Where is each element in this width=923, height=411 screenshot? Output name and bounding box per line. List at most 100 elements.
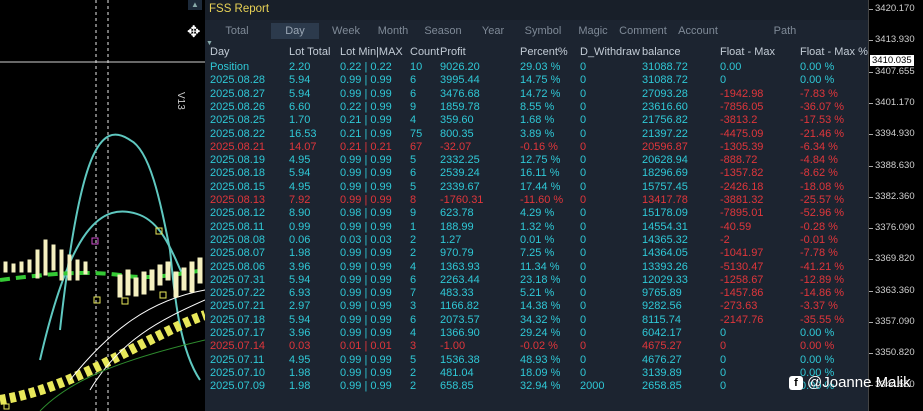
table-row[interactable]: 2025.08.21 14.07 0.21 | 0.21 67 -32.07 -0.16 … xyxy=(205,141,868,154)
cell-profit: 2332.25 xyxy=(440,154,480,167)
cell-lot-minmax: 0.99 | 0.99 xyxy=(340,180,392,193)
cell-withdraw: 0 xyxy=(580,313,587,326)
cell-count: 5 xyxy=(410,154,417,167)
table-row[interactable]: 2025.08.25 1.70 0.21 | 0.99 4 359.60 1.68 % 0 2… xyxy=(205,114,868,127)
table-row[interactable]: 2025.07.11 4.95 0.99 | 0.99 5 1536.38 48.93 %… xyxy=(205,354,868,367)
cell-withdraw: 0 xyxy=(580,207,587,220)
cell-float-max: -40.59 xyxy=(720,220,752,233)
column-header[interactable]: Lot Total xyxy=(289,46,330,58)
tab-path[interactable]: Path xyxy=(767,23,803,39)
cell-day: 2025.08.12 xyxy=(210,207,266,220)
cell-count: 3 xyxy=(410,340,417,353)
table-row[interactable]: 2025.08.26 6.60 0.22 | 0.99 9 1859.78 8.55 % 0… xyxy=(205,101,868,114)
column-header[interactable]: balance xyxy=(642,46,681,58)
table-row[interactable]: 2025.08.18 5.94 0.99 | 0.99 6 2539.24 16.11 %… xyxy=(205,167,868,180)
cell-float-max-pct: -4.84 % xyxy=(800,154,838,167)
table-row[interactable]: 2025.07.14 0.03 0.01 | 0.01 3 -1.00 -0.02 % 0 4… xyxy=(205,340,868,353)
cell-profit: -1760.31 xyxy=(440,194,484,206)
table-row[interactable]: 2025.08.19 4.95 0.99 | 0.99 5 2332.25 12.75 %… xyxy=(205,154,868,167)
column-header[interactable]: Float - Max % xyxy=(800,46,868,58)
cell-balance: 8115.74 xyxy=(642,313,681,326)
watermark: f @Joanne Malik xyxy=(789,374,911,391)
cell-lot-total: 4.95 xyxy=(289,180,311,193)
table-row[interactable]: Position 2.20 0.22 | 0.22 10 9026.20 29.03 % 0… xyxy=(205,61,868,74)
cell-lot-minmax: 0.98 | 0.99 xyxy=(340,207,392,220)
price-axis[interactable]: 3420.170 3413.930 3407.655 3401.170 3394.930… xyxy=(868,0,923,411)
cell-lot-minmax: 0.99 | 0.99 xyxy=(340,220,392,233)
column-header[interactable]: Profit xyxy=(440,46,466,58)
cell-profit: -1.00 xyxy=(440,340,466,353)
table-row[interactable]: 2025.08.22 16.53 0.21 | 0.99 75 800.35 3.89 %… xyxy=(205,128,868,141)
table-row[interactable]: 2025.07.09 1.98 0.99 | 0.99 2 658.85 32.94 % 2… xyxy=(205,380,868,393)
tab-total[interactable]: Total xyxy=(217,23,257,39)
title-bar[interactable]: FSS Report xyxy=(205,0,868,20)
cell-balance: 14554.31 xyxy=(642,220,688,233)
cell-profit: 1536.38 xyxy=(440,353,480,366)
cell-withdraw: 0 xyxy=(580,114,587,127)
column-header[interactable]: Percent% xyxy=(520,46,568,58)
tab-month[interactable]: Month xyxy=(369,23,417,39)
fss-report-panel: FSS Report ▼ Total Day Week Month Season… xyxy=(205,0,868,411)
cell-withdraw: 0 xyxy=(580,340,587,353)
candle xyxy=(3,261,8,273)
table-row[interactable]: 2025.08.15 4.95 0.99 | 0.99 5 2339.67 17.44 %… xyxy=(205,181,868,194)
table-row[interactable]: 2025.08.12 8.90 0.98 | 0.99 9 623.78 4.29 % 0 1… xyxy=(205,207,868,220)
column-header[interactable]: Float - Max xyxy=(720,46,775,58)
tab-year[interactable]: Year xyxy=(473,23,513,39)
cell-percent: 0.01 % xyxy=(520,233,555,246)
cell-float-max-pct: -12.89 % xyxy=(800,273,845,286)
cell-float-max: 0 xyxy=(720,327,727,339)
cell-float-max: -273.63 xyxy=(720,300,758,313)
cell-percent: 1.68 % xyxy=(520,114,555,127)
cell-count: 5 xyxy=(410,180,417,193)
scroll-up-button[interactable]: ▲ xyxy=(188,0,202,10)
cell-percent: 29.24 % xyxy=(520,327,561,339)
cell-count: 5 xyxy=(410,353,417,366)
cell-day: 2025.07.14 xyxy=(210,340,266,353)
table-row[interactable]: 2025.08.06 3.96 0.99 | 0.99 4 1363.93 11.34 %… xyxy=(205,261,868,274)
candle xyxy=(27,259,32,273)
column-header[interactable]: D_Withdraw xyxy=(580,46,640,58)
table-row[interactable]: 2025.07.21 2.97 0.99 | 0.99 3 1166.82 14.38 %… xyxy=(205,300,868,313)
cell-float-max-pct: -35.55 % xyxy=(800,313,845,326)
candle xyxy=(43,239,48,276)
table-row[interactable]: 2025.08.27 5.94 0.99 | 0.99 6 3476.68 14.72 %… xyxy=(205,88,868,101)
price-chart[interactable]: ✥ ▲ V13 xyxy=(0,0,205,411)
cell-count: 6 xyxy=(410,273,417,286)
table-row[interactable]: 2025.08.13 7.92 0.99 | 0.99 8 -1760.31 -11.60… xyxy=(205,194,868,207)
table-row[interactable]: 2025.08.11 0.99 0.99 | 0.99 1 188.99 1.32 % 0 1… xyxy=(205,221,868,234)
table-row[interactable]: 2025.07.22 6.93 0.99 | 0.99 7 483.33 5.21 % 0 9… xyxy=(205,287,868,300)
table-row[interactable]: 2025.07.18 5.94 0.99 | 0.99 6 2073.57 34.32 %… xyxy=(205,314,868,327)
tab-day[interactable]: Day xyxy=(271,23,319,39)
tab-magic[interactable]: Magic xyxy=(573,23,613,39)
column-header[interactable]: Count xyxy=(410,46,439,58)
cell-lot-total: 5.94 xyxy=(289,167,311,180)
column-header[interactable]: Day xyxy=(210,46,230,58)
cell-lot-minmax: 0.99 | 0.99 xyxy=(340,366,392,379)
candle xyxy=(189,261,195,293)
table-row[interactable]: 2025.08.08 0.06 0.03 | 0.03 2 1.27 0.01 % 0 143… xyxy=(205,234,868,247)
crosshair-move-icon[interactable]: ✥ xyxy=(187,22,200,42)
cell-float-max-pct: -17.53 % xyxy=(800,114,845,127)
cell-profit: 1363.93 xyxy=(440,260,480,273)
table-row[interactable]: 2025.07.17 3.96 0.99 | 0.99 4 1366.90 29.24 %… xyxy=(205,327,868,340)
cell-profit: 1366.90 xyxy=(440,327,480,339)
cell-count: 6 xyxy=(410,167,417,180)
tab-account[interactable]: Account xyxy=(673,23,723,39)
column-header[interactable]: Lot Min|MAX xyxy=(340,46,403,58)
tab-symbol[interactable]: Symbol xyxy=(517,23,569,39)
tab-comment[interactable]: Comment xyxy=(617,23,669,39)
cell-lot-minmax: 0.03 | 0.03 xyxy=(340,233,392,246)
table-row[interactable]: 2025.07.31 5.94 0.99 | 0.99 6 2263.44 23.18 %… xyxy=(205,274,868,287)
cell-percent: 7.25 % xyxy=(520,247,555,260)
table-row[interactable]: 2025.08.07 1.98 0.99 | 0.99 2 970.79 7.25 % 0 1… xyxy=(205,247,868,260)
tab-season[interactable]: Season xyxy=(419,23,467,39)
cell-balance: 15178.09 xyxy=(642,207,688,220)
cell-percent: 11.34 % xyxy=(520,260,560,273)
panel-title: FSS Report xyxy=(209,3,270,15)
table-row[interactable]: 2025.07.10 1.98 0.99 | 0.99 2 481.04 18.09 % 0… xyxy=(205,367,868,380)
table-row[interactable]: 2025.08.28 5.94 0.99 | 0.99 6 3995.44 14.75 %… xyxy=(205,74,868,87)
tab-week[interactable]: Week xyxy=(323,23,369,39)
tab-bar: Total Day Week Month Season Year Symbol … xyxy=(205,23,868,39)
cell-count: 2 xyxy=(410,247,417,260)
